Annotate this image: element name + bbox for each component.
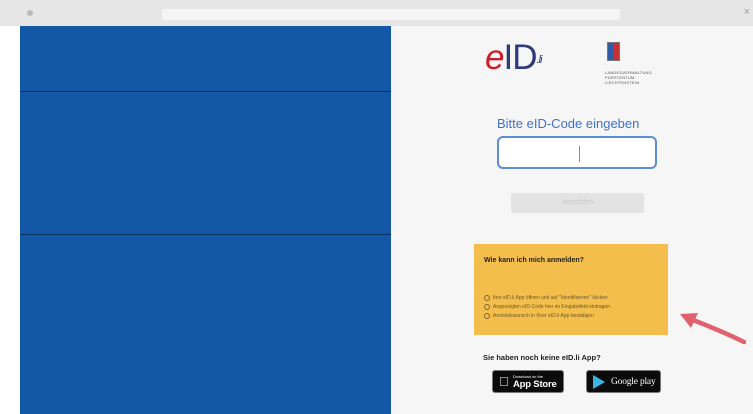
pointing-arrow-icon (680, 313, 747, 345)
liechtenstein-crest-icon (607, 42, 620, 61)
crest-caption: LANDESVERWALTUNG FÜRSTENTUM LIECHTENSTEI… (605, 70, 652, 85)
list-item: Anmeldewunsch in Ihrer eID.li App bestät… (484, 312, 610, 321)
login-panel: eID.li LANDESVERWALTUNG FÜRSTENTUM LIECH… (391, 26, 753, 414)
help-title: Wie kann ich mich anmelden? (484, 257, 584, 264)
logo-id: ID (503, 38, 537, 77)
app-store-button[interactable]:  Download on the App Store (492, 370, 564, 393)
window-dot[interactable] (27, 10, 33, 16)
eid-code-input[interactable] (497, 136, 657, 169)
text-caret (579, 146, 580, 162)
panel-divider (20, 91, 391, 92)
step-text: Angezeigten eID-Code hier im Eingabefeld… (493, 304, 611, 310)
left-blue-panel (20, 26, 391, 414)
google-play-button[interactable]: Google play (586, 370, 661, 393)
panel-divider (20, 234, 391, 235)
help-box: Wie kann ich mich anmelden? Ihre eID.li … (474, 244, 668, 335)
login-button[interactable]: Anmelden (511, 193, 644, 213)
list-item: Angezeigten eID-Code hier im Eingabefeld… (484, 303, 610, 312)
apple-icon:  (499, 374, 509, 389)
close-icon[interactable]: × (744, 6, 750, 18)
logo-e: e (485, 38, 504, 77)
step-text: Ihre eID.li App öffnen und auf "Identifi… (493, 295, 608, 301)
bullet-icon (484, 294, 490, 301)
no-app-text: Sie haben noch keine eID.li App? (483, 353, 601, 362)
code-prompt: Bitte eID-Code eingeben (497, 116, 640, 131)
app-store-label: App Store (513, 379, 557, 390)
help-steps: Ihre eID.li App öffnen und auf "Identifi… (484, 294, 610, 321)
address-bar[interactable] (162, 9, 620, 20)
play-icon (593, 375, 605, 389)
logo-suffix: .li (536, 54, 542, 66)
browser-chrome: × (0, 0, 753, 26)
bullet-icon (484, 312, 490, 319)
step-text: Anmeldewunsch in Ihrer eID.li App bestät… (493, 313, 594, 319)
bullet-icon (484, 303, 490, 310)
google-play-label: Google play (611, 377, 656, 387)
eid-logo: eID.li (485, 38, 542, 78)
list-item: Ihre eID.li App öffnen und auf "Identifi… (484, 294, 610, 303)
